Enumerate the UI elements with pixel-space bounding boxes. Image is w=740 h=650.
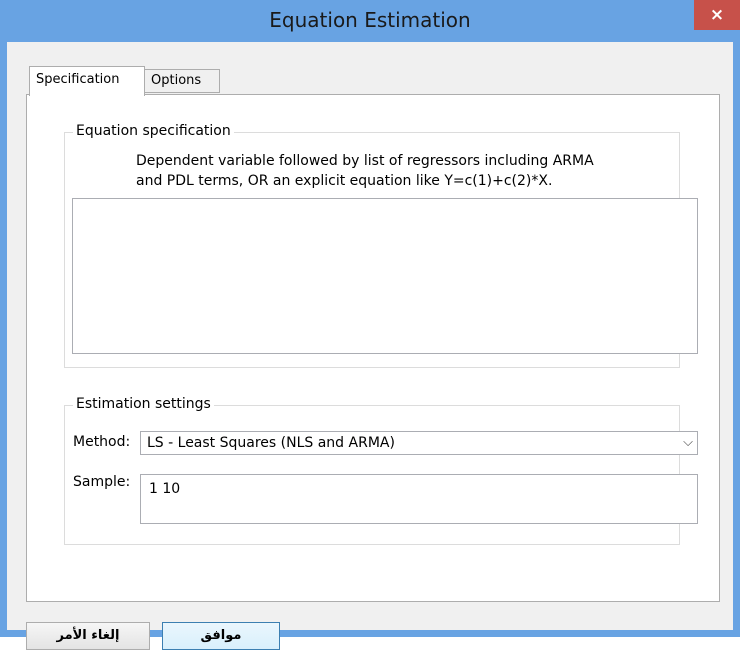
method-select[interactable]: LS - Least Squares (NLS and ARMA) ⌵ [140,431,698,455]
specification-panel: Equation specification Dependent variabl… [26,94,720,602]
window-title: Equation Estimation [269,8,471,32]
equation-description: Dependent variable followed by list of r… [136,151,656,191]
method-label: Method: [73,434,131,450]
equation-estimation-dialog: Equation Estimation × Specification Opti… [0,0,740,650]
dialog-client-area: Specification Options Equation specifica… [7,42,733,650]
close-icon: × [709,5,725,25]
tab-specification[interactable]: Specification [29,66,145,96]
ok-button[interactable]: موافق [162,622,280,650]
window-border-left [0,42,7,637]
tab-options[interactable]: Options [145,69,220,93]
sample-label: Sample: [73,474,131,490]
estimation-settings-group: Estimation settings Method: LS - Least S… [64,396,698,545]
equation-input[interactable] [72,198,698,354]
close-button[interactable]: × [694,0,740,30]
estimation-settings-title: Estimation settings [73,396,214,412]
sample-input[interactable]: 1 10 [140,474,698,524]
equation-description-line1: Dependent variable followed by list of r… [136,153,594,169]
equation-description-line2: and PDL terms, OR an explicit equation l… [136,173,553,189]
equation-specification-title: Equation specification [73,123,234,139]
title-bar[interactable]: Equation Estimation × [0,0,740,42]
window-border-right [733,42,740,637]
cancel-button[interactable]: إلغاء الأمر [26,622,150,650]
chevron-down-icon[interactable]: ⌵ [683,432,693,454]
method-selected-value: LS - Least Squares (NLS and ARMA) [147,435,395,451]
